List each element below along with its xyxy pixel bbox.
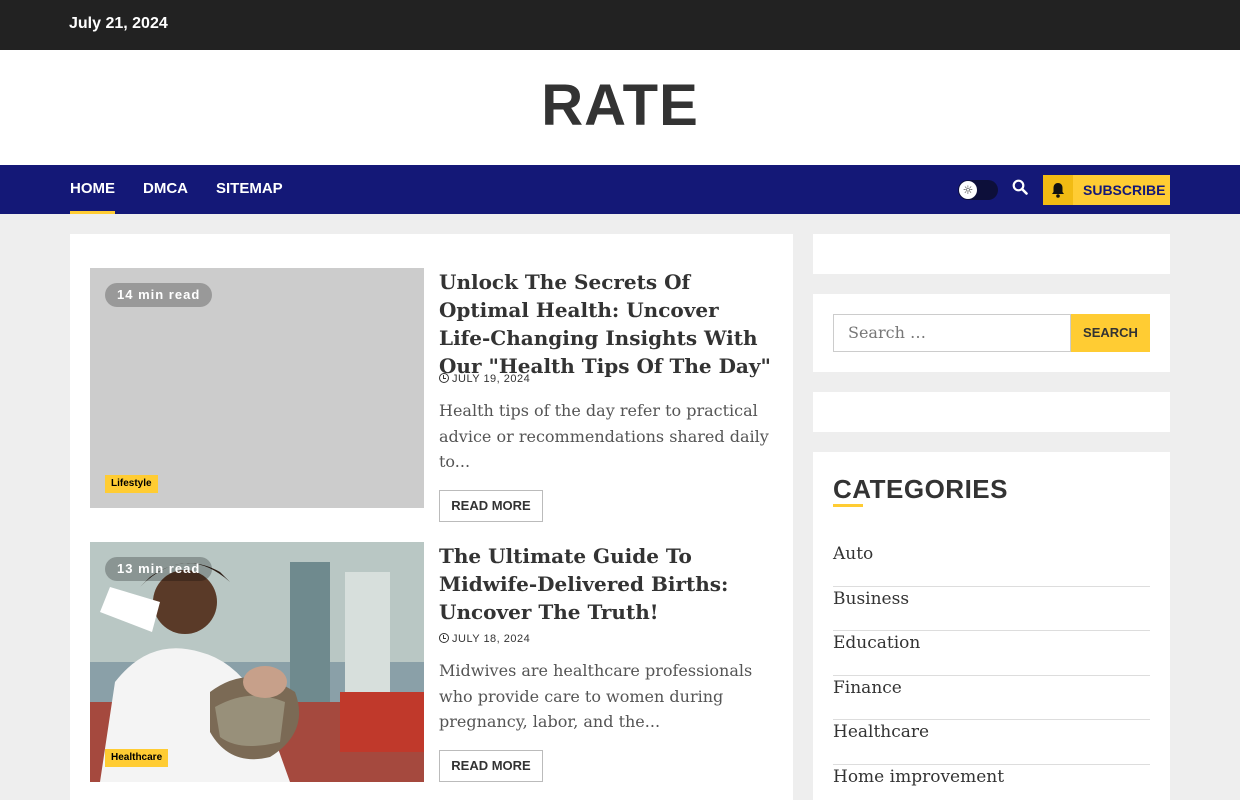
nav-item-sitemap[interactable]: SITEMAP — [216, 180, 283, 197]
category-badge[interactable]: Lifestyle — [105, 475, 158, 493]
current-date: July 21, 2024 — [69, 15, 168, 32]
post-title[interactable]: Unlock The Secrets Of Optimal Health: Un… — [439, 268, 773, 380]
post-excerpt: Health tips of the day refer to practica… — [439, 401, 769, 471]
category-item-business[interactable]: Business — [833, 587, 1150, 632]
post-thumbnail[interactable]: 13 min read Healthcare — [90, 542, 424, 782]
sidebar-empty-widget — [813, 234, 1170, 274]
post-date-text: JULY 18, 2024 — [452, 633, 531, 645]
post-thumbnail[interactable]: 14 min read Lifestyle — [90, 268, 424, 508]
category-item-finance[interactable]: Finance — [833, 676, 1150, 721]
categories-widget: CATEGORIES Auto Business Education Finan… — [813, 452, 1170, 800]
nav-item-dmca[interactable]: DMCA — [143, 180, 188, 197]
category-badge[interactable]: Healthcare — [105, 749, 169, 767]
category-item-home-improvement[interactable]: Home improvement — [833, 765, 1150, 800]
nav-item-home[interactable]: HOME — [70, 180, 115, 214]
category-item-education[interactable]: Education — [833, 631, 1150, 676]
bell-icon — [1043, 175, 1073, 205]
category-item-healthcare[interactable]: Healthcare — [833, 720, 1150, 765]
post-list: 14 min read Lifestyle Unlock The Secrets… — [70, 234, 793, 800]
sidebar-empty-widget — [813, 392, 1170, 432]
read-time-badge: 14 min read — [105, 283, 213, 307]
clock-icon — [439, 633, 449, 643]
read-more-button[interactable]: READ MORE — [439, 750, 543, 782]
search-icon[interactable] — [1012, 179, 1030, 199]
post-date-text: JULY 19, 2024 — [452, 373, 531, 385]
post-excerpt: Midwives are healthcare professionals wh… — [439, 661, 753, 731]
subscribe-button[interactable]: SUBSCRIBE — [1043, 175, 1170, 205]
subscribe-label: SUBSCRIBE — [1083, 182, 1166, 198]
category-item-auto[interactable]: Auto — [833, 542, 1150, 587]
read-more-button[interactable]: READ MORE — [439, 490, 543, 522]
site-header: RATE — [0, 50, 1240, 165]
category-list: Auto Business Education Finance Healthca… — [833, 542, 1150, 800]
read-time-badge: 13 min read — [105, 557, 213, 581]
post-date: JULY 19, 2024 — [439, 373, 530, 385]
site-title[interactable]: RATE — [0, 72, 1240, 139]
top-bar: July 21, 2024 — [0, 0, 1240, 50]
search-button[interactable]: SEARCH — [1071, 314, 1150, 352]
sun-icon: ☼ — [959, 181, 977, 199]
theme-toggle[interactable]: ☼ — [958, 180, 998, 200]
post-title[interactable]: The Ultimate Guide To Midwife-Delivered … — [439, 542, 773, 626]
search-input[interactable]: Search … — [833, 314, 1071, 352]
search-widget: Search … SEARCH — [813, 294, 1170, 372]
categories-heading: CATEGORIES — [833, 474, 1008, 504]
heading-underline — [833, 504, 863, 507]
clock-icon — [439, 373, 449, 383]
post-date: JULY 18, 2024 — [439, 633, 530, 645]
